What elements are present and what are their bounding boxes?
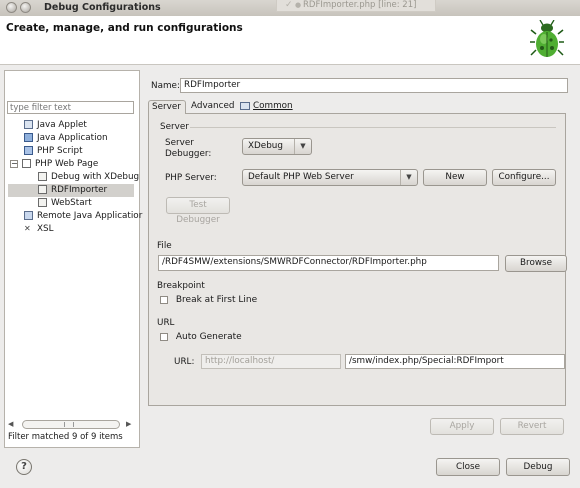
tree-item-remote-java[interactable]: Remote Java Applicatior xyxy=(8,210,142,223)
window-minimize-button[interactable] xyxy=(20,2,31,13)
name-field[interactable]: RDFImporter xyxy=(180,78,568,93)
config-tree: Java Applet Java Application PHP Script … xyxy=(8,119,142,236)
tab-common[interactable]: Common xyxy=(240,100,296,114)
tree-item-rdfimporter[interactable]: RDFImporter xyxy=(8,184,134,197)
debug-button[interactable]: Debug xyxy=(506,458,570,476)
checkbox-box[interactable] xyxy=(160,333,168,341)
new-server-button[interactable]: New xyxy=(423,169,487,186)
filter-input[interactable] xyxy=(7,101,134,114)
checkmark-icon: ✓ xyxy=(285,0,293,10)
title-bar: Debug Configurations ✓ ● RDFImporter.php… xyxy=(0,0,580,17)
url-label: URL: xyxy=(174,357,195,367)
scroll-left-icon[interactable]: ◀ xyxy=(8,420,13,428)
dialog-header: Create, manage, and run configurations xyxy=(0,16,580,65)
test-debugger-button[interactable]: Test Debugger xyxy=(166,197,230,225)
scroll-thumb-grip xyxy=(64,422,74,427)
tree-item-webstart[interactable]: WebStart xyxy=(8,197,134,210)
server-debugger-label: Server Debugger: xyxy=(165,138,212,159)
break-first-line-checkbox[interactable]: Break at First Line xyxy=(160,295,257,306)
page-icon xyxy=(38,198,47,207)
server-debugger-select[interactable]: XDebug ▼ xyxy=(242,138,312,155)
url-group-title: URL xyxy=(157,318,175,328)
filter-status: Filter matched 9 of 9 items xyxy=(8,432,123,442)
php-script-icon xyxy=(24,146,33,155)
background-editor-tab: ✓ ● RDFImporter.php [line: 21] xyxy=(276,0,436,12)
common-tab-icon xyxy=(240,101,250,110)
php-server-label: PHP Server: xyxy=(165,173,217,183)
auto-generate-checkbox[interactable]: Auto Generate xyxy=(160,332,242,343)
apply-button[interactable]: Apply xyxy=(430,418,494,435)
collapse-toggle-icon[interactable]: − xyxy=(10,159,18,168)
php-server-select[interactable]: Default PHP Web Server ▼ xyxy=(242,169,418,186)
window-close-button[interactable] xyxy=(6,2,17,13)
file-group-title: File xyxy=(157,241,172,251)
browse-button[interactable]: Browse xyxy=(505,255,567,272)
scroll-right-icon[interactable]: ▶ xyxy=(126,420,131,428)
background-tab-label: RDFImporter.php [line: 21] xyxy=(303,0,417,10)
xsl-icon: ✕ xyxy=(24,224,31,233)
server-group-separator xyxy=(190,127,556,128)
dialog-footer: ? Close Debug xyxy=(0,448,580,488)
configure-server-button[interactable]: Configure... xyxy=(492,169,556,186)
page-icon xyxy=(38,172,47,181)
dropdown-arrow-icon: ▼ xyxy=(400,170,417,185)
help-icon[interactable]: ? xyxy=(16,459,32,475)
window-title: Debug Configurations xyxy=(44,2,161,13)
tree-item-php-web-page[interactable]: − PHP Web Page xyxy=(8,158,134,171)
bullet-icon: ● xyxy=(295,1,302,9)
revert-button[interactable]: Revert xyxy=(500,418,564,435)
close-button[interactable]: Close xyxy=(436,458,500,476)
checkbox-box[interactable] xyxy=(160,296,168,304)
file-path-field[interactable]: /RDF4SMW/extensions/SMWRDFConnector/RDFI… xyxy=(158,255,499,271)
remote-java-icon xyxy=(24,211,33,220)
java-applet-icon xyxy=(24,120,33,129)
dropdown-arrow-icon: ▼ xyxy=(294,139,311,154)
url-path-field[interactable]: /smw/index.php/Special:RDFImport xyxy=(345,354,565,369)
page-icon xyxy=(38,185,47,194)
tree-item-xsl[interactable]: ✕ XSL xyxy=(8,223,134,236)
tree-item-php-script[interactable]: PHP Script xyxy=(8,145,134,158)
tree-horizontal-scrollbar[interactable]: ◀ ▶ xyxy=(8,419,134,430)
tree-item-java-applet[interactable]: Java Applet xyxy=(8,119,134,132)
tree-item-debug-with-xdebug[interactable]: Debug with XDebug xyxy=(8,171,139,184)
java-app-icon xyxy=(24,133,33,142)
name-label: Name: xyxy=(151,81,180,91)
server-group-title: Server xyxy=(160,122,189,132)
tab-server[interactable]: Server xyxy=(148,100,186,114)
url-base-field[interactable]: http://localhost/ xyxy=(201,354,341,369)
bug-icon xyxy=(530,20,564,57)
tab-advanced[interactable]: Advanced xyxy=(191,100,237,114)
breakpoint-group-title: Breakpoint xyxy=(157,281,205,291)
tree-item-java-application[interactable]: Java Application xyxy=(8,132,134,145)
header-title: Create, manage, and run configurations xyxy=(6,22,243,34)
php-web-page-icon xyxy=(22,159,31,168)
